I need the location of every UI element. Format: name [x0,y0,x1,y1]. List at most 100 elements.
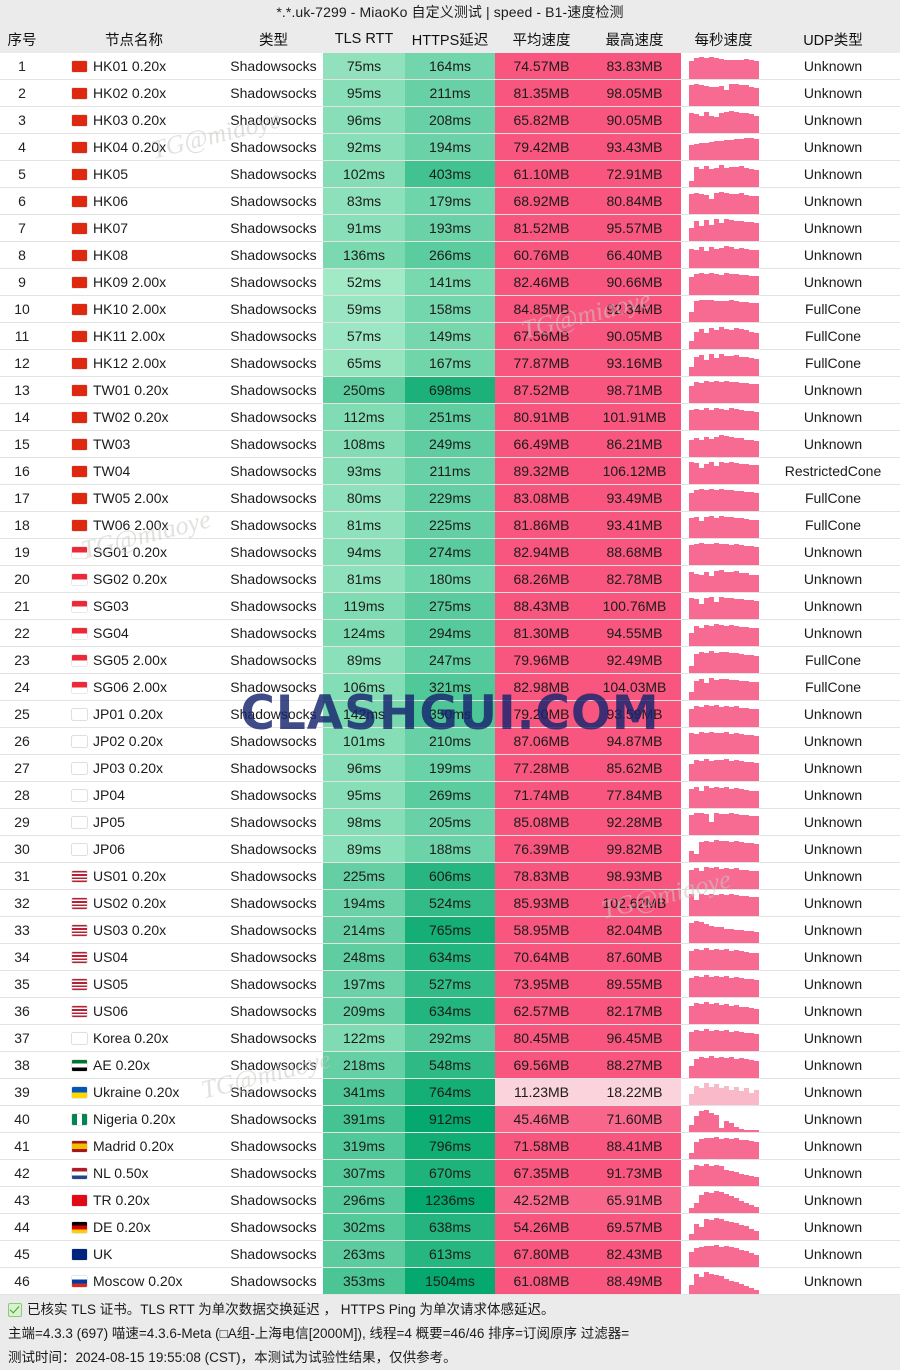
cell-avg-speed: 58.95MB [495,916,588,944]
cell-index: 13 [0,376,44,404]
node-name-label: HK01 0.20x [93,58,167,74]
table-row: 26 JP02 0.20x Shadowsocks 101ms 210ms 87.06MB… [0,727,900,755]
cell-avg-speed: 81.52MB [495,214,588,242]
cell-avg-speed: 89.32MB [495,457,588,485]
cell-avg-speed: 61.10MB [495,160,588,188]
cell-type: Shadowsocks [224,430,323,458]
cell-tls-rtt: 250ms [323,376,405,404]
table-row: 43 TR 0.20x Shadowsocks 296ms 1236ms 42.52MB 6… [0,1186,900,1214]
cell-https-latency: 249ms [405,430,495,458]
cell-tls-rtt: 112ms [323,403,405,431]
flag-icon-ng [72,1113,87,1125]
cell-type: Shadowsocks [224,700,323,728]
cell-index: 31 [0,862,44,890]
cell-speed-sparkline [681,403,766,431]
cell-type: Shadowsocks [224,970,323,998]
cell-speed-sparkline [681,808,766,836]
cell-max-speed: 86.21MB [588,430,681,458]
cell-node-name: Madrid 0.20x [44,1132,224,1160]
flag-icon-us [72,1005,87,1017]
cell-udp-type: Unknown [766,53,900,80]
cell-https-latency: 211ms [405,79,495,107]
table-row: 17 TW05 2.00x Shadowsocks 80ms 229ms 83.08MB 9… [0,484,900,512]
cell-index: 1 [0,53,44,80]
cell-tls-rtt: 296ms [323,1186,405,1214]
node-name-label: HK10 2.00x [93,301,167,317]
sparkline-chart [681,296,766,322]
cell-https-latency: 292ms [405,1024,495,1052]
node-name-label: Ukraine 0.20x [93,1084,180,1100]
cell-type: Shadowsocks [224,214,323,242]
cell-node-name: US05 [44,970,224,998]
flag-icon-cn [72,465,87,477]
table-row: 19 SG01 0.20x Shadowsocks 94ms 274ms 82.94MB 8… [0,538,900,566]
cell-node-name: UK [44,1240,224,1268]
cell-node-name: Moscow 0.20x [44,1267,224,1295]
node-name-label: Madrid 0.20x [93,1138,174,1154]
flag-icon-nl [72,1167,87,1179]
cell-node-name: SG06 2.00x [44,673,224,701]
cell-speed-sparkline [681,619,766,647]
cell-index: 29 [0,808,44,836]
cell-node-name: HK05 [44,160,224,188]
cell-index: 42 [0,1159,44,1187]
cell-max-speed: 89.55MB [588,970,681,998]
flag-icon-es [72,1140,87,1152]
cell-https-latency: 274ms [405,538,495,566]
cell-type: Shadowsocks [224,79,323,107]
cell-speed-sparkline [681,268,766,296]
cell-tls-rtt: 248ms [323,943,405,971]
cell-udp-type: Unknown [766,133,900,161]
cell-node-name: HK10 2.00x [44,295,224,323]
flag-icon-sg [72,654,87,666]
cell-udp-type: Unknown [766,241,900,269]
cell-https-latency: 205ms [405,808,495,836]
sparkline-chart [681,350,766,376]
cell-index: 45 [0,1240,44,1268]
cell-node-name: HK06 [44,187,224,215]
sparkline-chart [681,674,766,700]
node-name-label: SG05 2.00x [93,652,167,668]
cell-node-name: HK11 2.00x [44,322,224,350]
node-name-label: US06 [93,1003,129,1019]
cell-type: Shadowsocks [224,808,323,836]
cell-tls-rtt: 391ms [323,1105,405,1133]
column-header-udp: UDP类型 [766,25,900,53]
cell-type: Shadowsocks [224,862,323,890]
cell-speed-sparkline [681,349,766,377]
cell-https-latency: 403ms [405,160,495,188]
cell-max-speed: 82.17MB [588,997,681,1025]
cell-max-speed: 82.78MB [588,565,681,593]
cell-index: 6 [0,187,44,215]
cell-node-name: DE 0.20x [44,1213,224,1241]
cell-max-speed: 93.41MB [588,511,681,539]
cell-index: 11 [0,322,44,350]
cell-node-name: JP04 [44,781,224,809]
cell-index: 33 [0,916,44,944]
cell-speed-sparkline [681,484,766,512]
node-name-label: NL 0.50x [93,1165,149,1181]
table-row: 22 SG04 Shadowsocks 124ms 294ms 81.30MB 94.55M… [0,619,900,647]
sparkline-chart [681,269,766,295]
cell-udp-type: Unknown [766,214,900,242]
flag-icon-jp [72,708,87,720]
node-name-label: DE 0.20x [93,1219,151,1235]
cell-tls-rtt: 194ms [323,889,405,917]
cell-tls-rtt: 101ms [323,727,405,755]
node-name-label: US03 0.20x [93,922,167,938]
cell-tls-rtt: 353ms [323,1267,405,1295]
cell-max-speed: 90.05MB [588,322,681,350]
table-body: 1 HK01 0.20x Shadowsocks 75ms 164ms 74.57MB 83… [0,53,900,1295]
cell-speed-sparkline [681,1105,766,1133]
cell-type: Shadowsocks [224,53,323,80]
cell-tls-rtt: 89ms [323,646,405,674]
cell-max-speed: 93.43MB [588,133,681,161]
cell-avg-speed: 69.56MB [495,1051,588,1079]
cell-https-latency: 229ms [405,484,495,512]
cell-max-speed: 93.59MB [588,700,681,728]
cell-type: Shadowsocks [224,376,323,404]
cell-node-name: Nigeria 0.20x [44,1105,224,1133]
cell-max-speed: 88.41MB [588,1132,681,1160]
cell-tls-rtt: 96ms [323,106,405,134]
node-name-label: TW04 [93,463,131,479]
